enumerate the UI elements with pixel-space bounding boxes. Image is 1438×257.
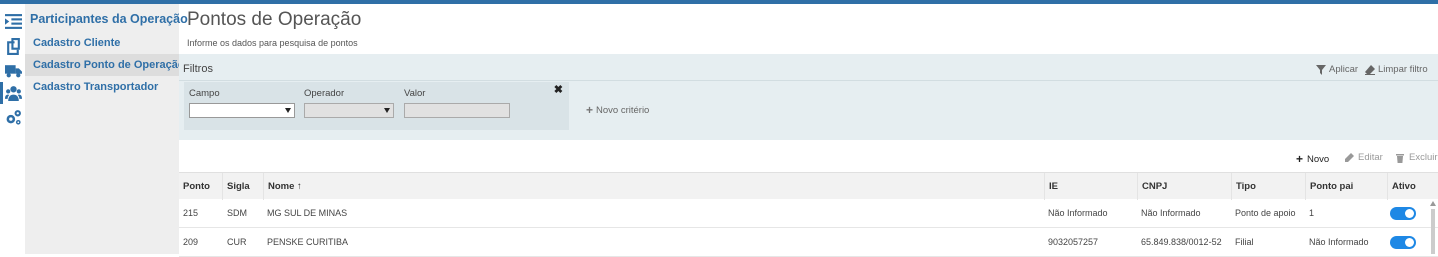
cell-ie: 9032057257 bbox=[1048, 237, 1099, 247]
apply-filter-label: Aplicar bbox=[1329, 64, 1359, 75]
menu-toggle-icon[interactable] bbox=[4, 12, 22, 30]
new-criterion-label: Novo critério bbox=[596, 104, 650, 116]
new-button-label: Novo bbox=[1307, 153, 1330, 165]
active-nav-indicator bbox=[0, 82, 3, 104]
cell-tipo: Filial bbox=[1235, 237, 1254, 247]
cell-tipo: Ponto de apoio bbox=[1235, 208, 1296, 218]
column-header-sigla[interactable]: Sigla bbox=[222, 173, 262, 200]
plus-icon: + bbox=[586, 103, 594, 117]
table-scrollbar[interactable] bbox=[1429, 199, 1437, 254]
icon-navbar bbox=[0, 4, 25, 254]
settings-icon[interactable] bbox=[4, 108, 22, 126]
field-label: Campo bbox=[189, 88, 220, 99]
delete-button[interactable]: Excluir bbox=[1395, 152, 1438, 163]
users-icon[interactable] bbox=[4, 84, 22, 102]
cell-cnpj: Não Informado bbox=[1141, 208, 1201, 218]
field-select[interactable] bbox=[189, 103, 295, 118]
cell-nome: MG SUL DE MINAS bbox=[267, 208, 348, 218]
main-content: Pontos de Operação Informe os dados para… bbox=[179, 4, 1438, 257]
value-label: Valor bbox=[404, 88, 426, 99]
column-header-ponto[interactable]: Ponto bbox=[179, 173, 220, 200]
cell-ponto: 215 bbox=[183, 208, 199, 218]
trash-icon bbox=[1396, 153, 1404, 163]
operator-select[interactable] bbox=[304, 103, 394, 118]
edit-button-label: Editar bbox=[1358, 152, 1383, 163]
filters-panel: Filtros Aplicar Limpar filtro Campo Oper… bbox=[179, 54, 1438, 140]
filter-icon bbox=[1316, 64, 1326, 75]
active-toggle[interactable] bbox=[1390, 236, 1416, 249]
close-icon[interactable]: ✖ bbox=[554, 83, 563, 96]
operator-label: Operador bbox=[304, 88, 345, 99]
cell-ponto-pai: 1 bbox=[1309, 208, 1315, 218]
edit-button[interactable]: Editar bbox=[1344, 152, 1383, 163]
cell-ie: Não Informado bbox=[1048, 208, 1108, 218]
filters-divider bbox=[179, 80, 1438, 81]
chevron-down-icon bbox=[285, 108, 291, 113]
page-subtitle: Informe os dados para pesquisa de pontos bbox=[187, 38, 358, 48]
chevron-down-icon bbox=[384, 108, 390, 113]
apply-filter-button[interactable]: Aplicar bbox=[1316, 64, 1358, 75]
cell-ponto-pai: Não Informado bbox=[1309, 237, 1369, 247]
cell-sigla: CUR bbox=[227, 237, 247, 247]
sidebar-item-cadastro-ponto-operacao[interactable]: Cadastro Ponto de Operação bbox=[25, 54, 185, 76]
column-header-nome[interactable]: Nome ↑ bbox=[263, 173, 1043, 200]
sidebar-item-cadastro-transportador[interactable]: Cadastro Transportador bbox=[25, 76, 179, 98]
cell-sigla: SDM bbox=[227, 208, 247, 218]
new-button[interactable]: + Novo bbox=[1296, 152, 1329, 166]
column-header-tipo[interactable]: Tipo bbox=[1231, 173, 1305, 200]
table-row[interactable]: 215 SDM MG SUL DE MINAS Não Informado Nã… bbox=[179, 199, 1438, 228]
column-header-ativo[interactable]: Ativo bbox=[1387, 173, 1438, 200]
cell-cnpj: 65.849.838/0012-52 bbox=[1141, 237, 1222, 247]
filters-label: Filtros bbox=[183, 63, 213, 75]
clear-filter-label: Limpar filtro bbox=[1378, 64, 1428, 75]
toggle-knob bbox=[1405, 238, 1414, 247]
active-toggle[interactable] bbox=[1390, 207, 1416, 220]
eraser-icon bbox=[1365, 64, 1375, 75]
cell-nome: PENSKE CURITIBA bbox=[267, 237, 349, 247]
page-title: Pontos de Operação bbox=[187, 9, 362, 30]
table-header: Ponto Sigla Nome ↑ IE CNPJ Tipo Ponto pa… bbox=[179, 172, 1438, 200]
cell-ponto: 209 bbox=[183, 237, 199, 247]
truck-icon[interactable] bbox=[4, 61, 22, 79]
filter-criterion: Campo Operador Valor ✖ bbox=[184, 82, 569, 130]
sidebar: Participantes da Operação Cadastro Clien… bbox=[25, 4, 188, 254]
delete-button-label: Excluir bbox=[1409, 152, 1438, 163]
value-input[interactable] bbox=[404, 103, 510, 118]
clear-filter-button[interactable]: Limpar filtro bbox=[1365, 64, 1428, 75]
column-header-cnpj[interactable]: CNPJ bbox=[1137, 173, 1231, 200]
column-header-ie[interactable]: IE bbox=[1044, 173, 1137, 200]
toggle-knob bbox=[1405, 209, 1414, 218]
new-criterion-button[interactable]: + Novo critério bbox=[586, 103, 649, 117]
column-header-ponto-pai[interactable]: Ponto pai bbox=[1305, 173, 1387, 200]
edit-icon bbox=[1345, 152, 1354, 162]
sidebar-title: Participantes da Operação bbox=[30, 12, 188, 26]
documents-icon[interactable] bbox=[4, 37, 22, 55]
sidebar-item-cadastro-cliente[interactable]: Cadastro Cliente bbox=[25, 32, 179, 54]
plus-icon: + bbox=[1296, 152, 1304, 166]
table-row[interactable]: 209 CUR PENSKE CURITIBA 9032057257 65.84… bbox=[179, 228, 1438, 257]
